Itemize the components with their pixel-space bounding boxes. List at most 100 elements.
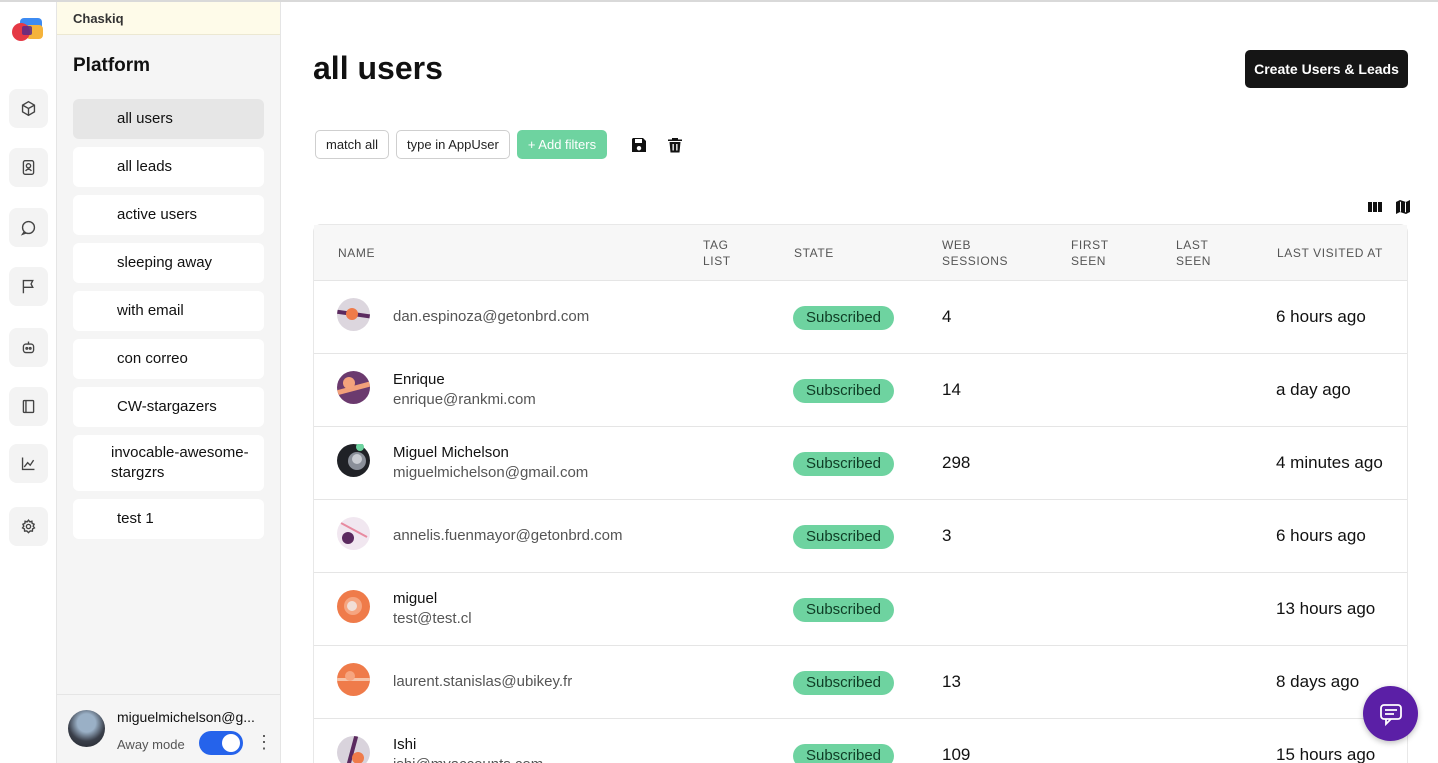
sidebar-item-sleeping-away[interactable]: sleeping away <box>73 243 264 283</box>
last-visited: a day ago <box>1276 380 1351 399</box>
table-row[interactable]: annelis.fuenmayor@getonbrd.com Subscribe… <box>314 500 1407 573</box>
avatar <box>337 590 370 623</box>
table-row[interactable]: Ishi ishi@myaccounts.com Subscribed 109 … <box>314 719 1407 763</box>
away-mode-label: Away mode <box>117 737 185 752</box>
avatar <box>337 517 370 550</box>
user-email: dan.espinoza@getonbrd.com <box>393 308 590 325</box>
avatar <box>337 443 370 477</box>
column-header-tag-list[interactable]: TAG LIST <box>703 225 753 281</box>
avatar <box>337 298 370 331</box>
bot-icon[interactable] <box>9 328 48 367</box>
sidebar-item-test-1[interactable]: test 1 <box>73 499 264 539</box>
status-badge: Subscribed <box>793 671 894 695</box>
icon-rail <box>0 2 57 763</box>
last-visited: 15 hours ago <box>1276 745 1376 763</box>
status-badge: Subscribed <box>793 525 894 549</box>
type-filter[interactable]: type in AppUser <box>396 130 510 159</box>
users-table: NAME TAG LIST STATE WEB SESSIONS FIRST S… <box>313 224 1408 763</box>
avatar <box>337 736 370 763</box>
flag-icon[interactable] <box>9 267 48 306</box>
sidebar-item-all-users[interactable]: all users <box>73 99 264 139</box>
last-visited: 6 hours ago <box>1276 307 1366 326</box>
user-email: laurent.stanislas@ubikey.fr <box>393 673 573 690</box>
name-cell: laurent.stanislas@ubikey.fr <box>393 646 572 718</box>
web-sessions: 14 <box>942 380 961 399</box>
more-options-icon[interactable]: ⋮ <box>255 732 273 752</box>
user-email: annelis.fuenmayor@getonbrd.com <box>393 527 623 544</box>
sidebar-item-all-leads[interactable]: all leads <box>73 147 264 187</box>
user-email: enrique@rankmi.com <box>393 391 536 408</box>
column-header-web-sessions[interactable]: WEB SESSIONS <box>942 225 1032 281</box>
last-visited: 4 minutes ago <box>1276 453 1383 472</box>
sidebar-item-with-email[interactable]: with email <box>73 291 264 331</box>
table-row[interactable]: laurent.stanislas@ubikey.fr Subscribed 1… <box>314 646 1407 719</box>
status-badge: Subscribed <box>793 744 894 763</box>
name-cell: Miguel Michelson miguelmichelson@gmail.c… <box>393 427 588 499</box>
trash-icon[interactable] <box>664 134 686 156</box>
save-icon[interactable] <box>628 134 650 156</box>
status-badge: Subscribed <box>793 598 894 622</box>
current-user-email: miguelmichelson@g... <box>117 709 255 725</box>
web-sessions: 3 <box>942 526 952 545</box>
add-filters-button[interactable]: + Add filters <box>516 130 608 159</box>
sidebar-section-title: Platform <box>73 55 151 76</box>
table-row[interactable]: Miguel Michelson miguelmichelson@gmail.c… <box>314 427 1407 500</box>
table-row[interactable]: dan.espinoza@getonbrd.com Subscribed 4 6… <box>314 281 1407 354</box>
status-badge: Subscribed <box>793 452 894 476</box>
column-header-first-seen[interactable]: FIRST SEEN <box>1071 225 1131 281</box>
column-header-last-visited-at[interactable]: LAST VISITED AT <box>1277 225 1387 281</box>
chat-launcher-button[interactable] <box>1363 686 1418 741</box>
table-header: NAME TAG LIST STATE WEB SESSIONS FIRST S… <box>314 225 1407 281</box>
book-icon[interactable] <box>9 387 48 426</box>
cube-icon[interactable] <box>9 89 48 128</box>
sidebar-item-invocable-awesome-stargzrs[interactable]: invocable-awesome-stargzrs <box>73 435 264 491</box>
match-all-filter[interactable]: match all <box>315 130 390 159</box>
status-badge: Subscribed <box>793 306 894 330</box>
user-name: miguel <box>393 590 438 607</box>
name-cell: dan.espinoza@getonbrd.com <box>393 281 589 353</box>
chat-icon[interactable] <box>9 208 48 247</box>
web-sessions: 4 <box>942 307 952 326</box>
chat-bubble-icon <box>1379 703 1402 726</box>
column-header-last-seen[interactable]: LAST SEEN <box>1176 225 1236 281</box>
table-row[interactable]: Enrique enrique@rankmi.com Subscribed 14… <box>314 354 1407 427</box>
table-row[interactable]: miguel test@test.cl Subscribed 13 hours … <box>314 573 1407 646</box>
view-toggles <box>1356 198 1412 216</box>
web-sessions: 109 <box>942 745 971 763</box>
main-content: all users Create Users & Leads match all… <box>281 2 1438 763</box>
web-sessions: 13 <box>942 672 961 691</box>
sidebar-item-cw-stargazers[interactable]: CW-stargazers <box>73 387 264 427</box>
map-view-icon[interactable] <box>1394 198 1412 216</box>
user-email: test@test.cl <box>393 610 472 627</box>
name-cell: Ishi ishi@myaccounts.com <box>393 719 543 763</box>
status-badge: Subscribed <box>793 379 894 403</box>
avatar[interactable] <box>68 710 105 747</box>
name-cell: Enrique enrique@rankmi.com <box>393 354 536 426</box>
chaskiq-logo-icon[interactable] <box>11 16 45 46</box>
sidebar-item-active-users[interactable]: active users <box>73 195 264 235</box>
user-email: miguelmichelson@gmail.com <box>393 464 589 481</box>
column-header-name[interactable]: NAME <box>338 225 375 281</box>
user-name: Enrique <box>393 371 445 388</box>
user-email: ishi@myaccounts.com <box>393 755 543 763</box>
away-mode-toggle[interactable] <box>199 731 243 755</box>
name-cell: annelis.fuenmayor@getonbrd.com <box>393 500 623 572</box>
chart-icon[interactable] <box>9 444 48 483</box>
last-visited: 13 hours ago <box>1276 599 1376 618</box>
app-name: Chaskiq <box>57 2 280 35</box>
last-visited: 8 days ago <box>1276 672 1360 691</box>
toggle-knob <box>222 734 240 752</box>
contacts-icon[interactable] <box>9 148 48 187</box>
segment-list: all users all leads active users sleepin… <box>73 99 264 547</box>
sidebar-item-con-correo[interactable]: con correo <box>73 339 264 379</box>
columns-view-icon[interactable] <box>1366 198 1384 216</box>
user-name: Ishi <box>393 736 417 753</box>
create-users-leads-button[interactable]: Create Users & Leads <box>1245 50 1408 88</box>
avatar <box>337 371 370 404</box>
segments-sidebar: Chaskiq Platform all users all leads act… <box>57 2 281 763</box>
user-name: Miguel Michelson <box>393 444 509 461</box>
settings-icon[interactable] <box>9 507 48 546</box>
user-footer: miguelmichelson@g... Away mode ⋮ <box>57 694 280 763</box>
column-header-state[interactable]: STATE <box>794 225 834 281</box>
web-sessions: 298 <box>942 453 971 472</box>
